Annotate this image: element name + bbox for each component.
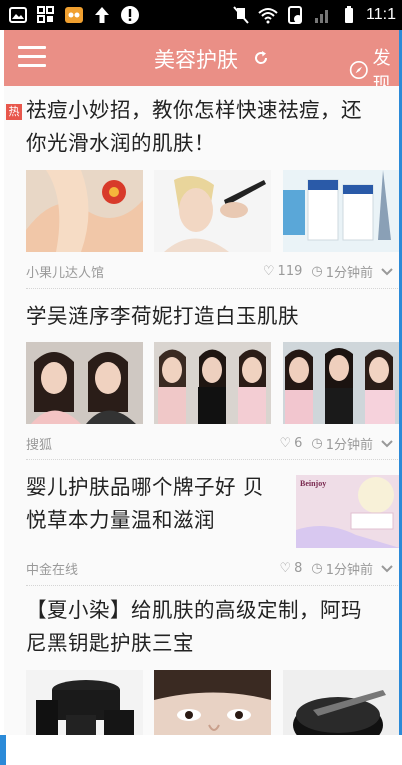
gallery-icon (9, 7, 27, 23)
article-item[interactable]: 【夏小染】给肌肤的高级定制，阿玛 尼黑钥匙护肤三宝 (4, 586, 402, 735)
status-bar: 11:1 (0, 0, 402, 30)
clock-icon: ◷ (311, 436, 323, 451)
compass-icon (349, 61, 368, 79)
publish-time: 1分钟前 (325, 563, 373, 578)
article-meta: ♡ 6 ◷ 1分钟前 (279, 434, 394, 453)
article-title: 【夏小染】给肌肤的高级定制，阿玛 尼黑钥匙护肤三宝 (26, 598, 362, 655)
divider (26, 288, 400, 289)
article-item[interactable]: 婴儿护肤品哪个牌子好 贝 悦草本力量温和滋润 Beinjoy 中金在线 ♡ 8 ◷… (4, 459, 402, 586)
sim-icon (288, 6, 303, 24)
article-meta: ♡ 119 ◷ 1分钟前 (263, 262, 394, 281)
article-source: 小果儿达人馆 (26, 266, 105, 281)
signal-icon (315, 10, 329, 23)
hot-badge: 热 (6, 104, 22, 120)
wifi-icon (258, 8, 278, 24)
article-thumbnail (26, 342, 143, 424)
like-count: 119 (277, 264, 303, 279)
clock-icon: ◷ (311, 264, 323, 279)
article-title: 婴儿护肤品哪个牌子好 贝 悦草本力量温和滋润 (26, 475, 265, 532)
article-title: 学吴涟序李荷妮打造白玉肌肤 (26, 304, 299, 328)
edge-indicator (0, 735, 6, 765)
upload-arrow-icon (95, 7, 109, 23)
news-feed[interactable]: 热 祛痘小妙招，教你怎样快速祛痘，还 你光滑水润的肌肤！ 小果儿达人馆 ♡ 119… (4, 86, 402, 735)
article-thumbnail (283, 170, 400, 252)
article-thumbnail (26, 170, 143, 252)
article-source: 中金在线 (26, 563, 79, 578)
publish-time: 1分钟前 (325, 438, 373, 453)
publish-time: 1分钟前 (325, 266, 373, 281)
thumb-brand: Beinjoy (300, 479, 327, 488)
heart-icon: ♡ (262, 264, 275, 279)
battery-icon (345, 6, 354, 23)
clock-icon: ◷ (311, 561, 323, 576)
apps-grid-icon (37, 6, 54, 23)
article-source: 搜狐 (26, 438, 53, 453)
article-item[interactable]: 学吴涟序李荷妮打造白玉肌肤 搜狐 ♡ 6 ◷ 1分钟前 (4, 291, 402, 460)
app-bar: 美容护肤 发现 (4, 30, 402, 95)
page-title: 美容护肤 (154, 48, 238, 72)
refresh-icon[interactable] (252, 49, 270, 67)
article-item[interactable]: 热 祛痘小妙招，教你怎样快速祛痘，还 你光滑水润的肌肤！ 小果儿达人馆 ♡ 119… (4, 86, 402, 291)
heart-icon: ♡ (279, 436, 292, 451)
mute-icon (233, 6, 249, 24)
article-thumbnail (154, 670, 271, 735)
game-app-icon (65, 7, 83, 23)
article-thumbnail (26, 670, 143, 735)
article-thumbnail (154, 170, 271, 252)
article-meta: ♡ 8 ◷ 1分钟前 (279, 559, 394, 578)
chevron-down-icon[interactable] (380, 562, 394, 576)
article-thumbnail (154, 342, 271, 424)
clock: 11:1 (366, 6, 396, 23)
article-title: 祛痘小妙招，教你怎样快速祛痘，还 你光滑水润的肌肤！ (26, 98, 362, 155)
article-thumbnail (283, 342, 400, 424)
article-thumbnail (283, 670, 400, 735)
alert-icon (121, 6, 139, 24)
like-count: 6 (294, 436, 303, 451)
like-count: 8 (294, 561, 303, 576)
chevron-down-icon[interactable] (380, 265, 394, 279)
chevron-down-icon[interactable] (380, 437, 394, 451)
bottom-area (0, 735, 402, 765)
heart-icon: ♡ (279, 561, 292, 576)
menu-button[interactable] (18, 46, 46, 68)
article-thumbnail: Beinjoy (296, 475, 400, 548)
